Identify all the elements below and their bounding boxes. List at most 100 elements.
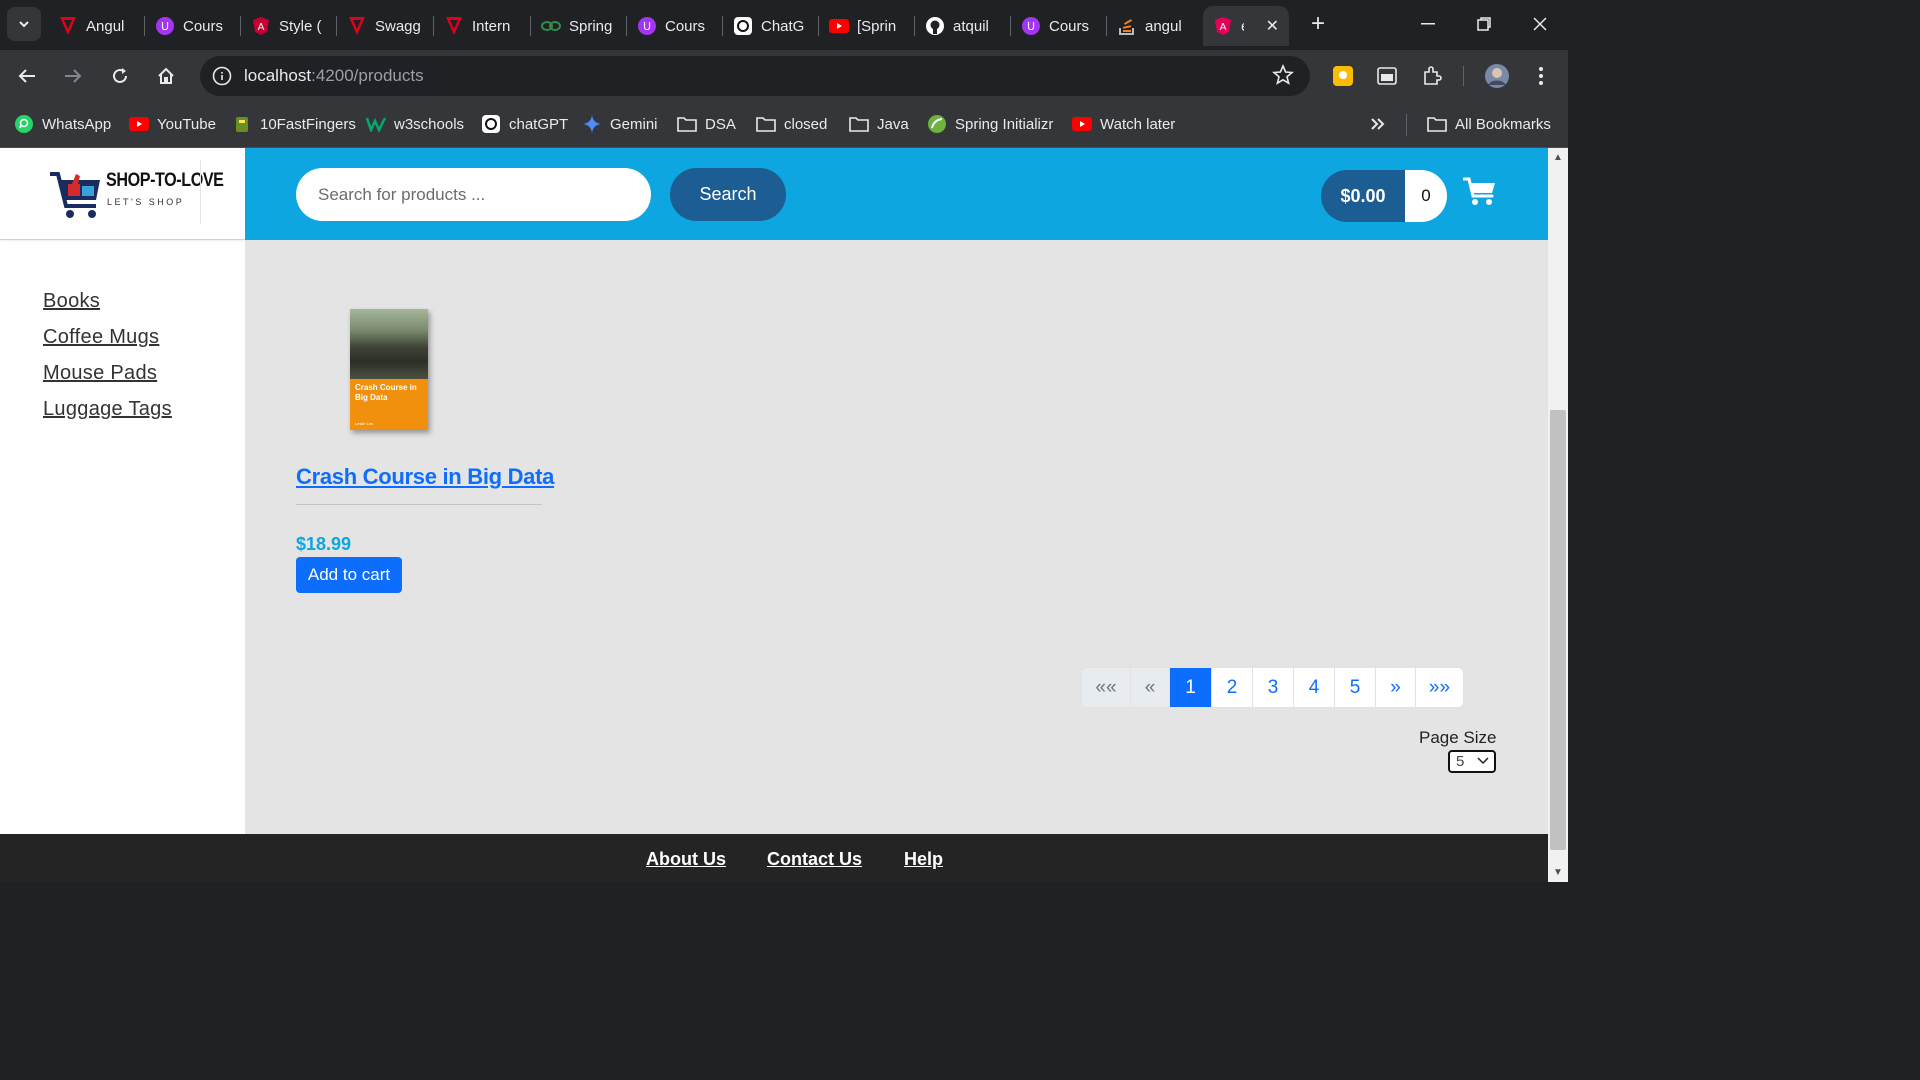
bookmark[interactable]: YouTube bbox=[129, 112, 216, 136]
site-footer: About Us Contact Us Help bbox=[0, 834, 1548, 882]
scroll-up-arrow-icon[interactable]: ▲ bbox=[1553, 152, 1563, 163]
footer-about-link[interactable]: About Us bbox=[646, 849, 726, 870]
site-info-icon[interactable] bbox=[208, 62, 236, 90]
tab-active[interactable]: A e ✕ bbox=[1203, 6, 1289, 46]
bookmark-label: 10FastFingers bbox=[260, 115, 356, 133]
bookmark[interactable]: Gemini bbox=[582, 112, 658, 136]
brand-tagline: LET'S SHOP bbox=[107, 197, 185, 207]
reading-mode-icon[interactable] bbox=[1371, 60, 1403, 92]
category-link-luggage-tags[interactable]: Luggage Tags bbox=[43, 398, 172, 421]
bookmark-folder[interactable]: closed bbox=[756, 112, 827, 136]
category-link-mouse-pads[interactable]: Mouse Pads bbox=[43, 362, 172, 385]
address-bar[interactable]: localhost:4200/products bbox=[200, 56, 1310, 96]
svg-text:U: U bbox=[643, 20, 651, 33]
pagination-page-4[interactable]: 4 bbox=[1293, 668, 1334, 707]
bookmark-label: Spring Initializr bbox=[955, 115, 1054, 133]
scroll-thumb[interactable] bbox=[1550, 410, 1566, 850]
all-bookmarks[interactable]: All Bookmarks bbox=[1427, 112, 1551, 136]
bookmark[interactable]: Spring Initializr bbox=[927, 112, 1053, 136]
extensions-icon[interactable] bbox=[1416, 60, 1448, 92]
pagination-first[interactable]: «« bbox=[1082, 668, 1130, 707]
pagination-prev[interactable]: « bbox=[1130, 668, 1169, 707]
tab[interactable]: [Sprin bbox=[819, 6, 915, 46]
bookmark[interactable]: WhatsApp bbox=[14, 112, 111, 136]
extension-keep-icon[interactable] bbox=[1327, 60, 1359, 92]
page-viewport: SHOP-TO-LOVE LET'S SHOP Books Coffee Mug… bbox=[0, 148, 1548, 882]
bookmark-star-icon[interactable] bbox=[1272, 63, 1294, 91]
pagination-page-3[interactable]: 3 bbox=[1252, 668, 1293, 707]
pagination-page-1[interactable]: 1 bbox=[1169, 668, 1211, 707]
angular-red-icon bbox=[347, 16, 367, 36]
tab[interactable]: Swagg bbox=[337, 6, 434, 46]
spring-icon bbox=[927, 114, 947, 134]
shopping-cart-icon[interactable] bbox=[1463, 176, 1497, 206]
brand-divider bbox=[200, 160, 201, 224]
product-content: Crash Course in Big Data Leslie Lee Cras… bbox=[245, 240, 1548, 834]
search-button[interactable]: Search bbox=[670, 168, 786, 221]
product-divider bbox=[296, 504, 542, 505]
whatsapp-icon bbox=[14, 114, 34, 134]
tab[interactable]: Spring bbox=[531, 6, 627, 46]
geeks-icon bbox=[541, 16, 561, 36]
more-bookmarks-chevron-icon[interactable] bbox=[1370, 112, 1386, 136]
minimize-icon[interactable] bbox=[1408, 8, 1448, 40]
page-scrollbar[interactable]: ▲ ▼ bbox=[1548, 148, 1568, 882]
w3schools-icon bbox=[366, 114, 386, 134]
pagination-page-5[interactable]: 5 bbox=[1334, 668, 1375, 707]
browser-tabstrip: Angul U Cours A Style ( Swagg Intern Spr… bbox=[0, 0, 1568, 50]
footer-help-link[interactable]: Help bbox=[904, 849, 943, 870]
product-title-link[interactable]: Crash Course in Big Data bbox=[296, 464, 554, 490]
reload-icon[interactable] bbox=[104, 60, 136, 92]
youtube-icon bbox=[129, 114, 149, 134]
tab[interactable]: Intern bbox=[434, 6, 531, 46]
tab[interactable]: A Style ( bbox=[241, 6, 337, 46]
bookmark[interactable]: 10FastFingers bbox=[232, 112, 356, 136]
bookmark[interactable]: w3schools bbox=[366, 112, 464, 136]
home-icon[interactable] bbox=[150, 60, 182, 92]
forward-icon[interactable] bbox=[57, 60, 89, 92]
tab[interactable]: U Cours bbox=[145, 6, 241, 46]
pagination-last[interactable]: »» bbox=[1415, 668, 1463, 707]
close-window-icon[interactable] bbox=[1520, 8, 1560, 40]
tab[interactable]: ChatG bbox=[723, 6, 819, 46]
search-input[interactable] bbox=[296, 168, 651, 221]
scroll-down-arrow-icon[interactable]: ▼ bbox=[1553, 867, 1563, 878]
restore-icon[interactable] bbox=[1464, 8, 1504, 40]
brand[interactable]: SHOP-TO-LOVE LET'S SHOP bbox=[0, 148, 245, 240]
bookmark-folder[interactable]: Java bbox=[849, 112, 909, 136]
browser-toolbar: localhost:4200/products bbox=[0, 50, 1568, 102]
bookmark-label: Java bbox=[877, 115, 909, 133]
bookmark-label: DSA bbox=[705, 115, 736, 133]
close-icon[interactable]: ✕ bbox=[1266, 16, 1279, 36]
profile-avatar-icon[interactable] bbox=[1481, 60, 1513, 92]
footer-contact-link[interactable]: Contact Us bbox=[767, 849, 862, 870]
tab[interactable]: U Cours bbox=[627, 6, 723, 46]
angular-red-icon bbox=[58, 16, 78, 36]
svg-text:U: U bbox=[1027, 20, 1035, 33]
add-to-cart-button[interactable]: Add to cart bbox=[296, 557, 402, 593]
tab[interactable]: atquil bbox=[915, 6, 1011, 46]
book-cover-author: Leslie Lee bbox=[355, 421, 374, 426]
udemy-icon: U bbox=[1021, 16, 1041, 36]
pagination-page-2[interactable]: 2 bbox=[1211, 668, 1252, 707]
bookmark[interactable]: chatGPT bbox=[481, 112, 568, 136]
bookmark[interactable]: Watch later bbox=[1072, 112, 1175, 136]
new-tab-button[interactable]: + bbox=[1304, 10, 1332, 38]
menu-kebab-icon[interactable] bbox=[1525, 60, 1557, 92]
tab-search-button[interactable] bbox=[7, 7, 41, 41]
product-price: $18.99 bbox=[296, 534, 352, 554]
tab[interactable]: U Cours bbox=[1011, 6, 1107, 46]
category-link-books[interactable]: Books bbox=[43, 290, 172, 313]
back-icon[interactable] bbox=[11, 60, 43, 92]
category-link-coffee-mugs[interactable]: Coffee Mugs bbox=[43, 326, 172, 349]
cart-quantity[interactable]: 0 bbox=[1405, 170, 1447, 222]
tab[interactable]: angul bbox=[1107, 6, 1203, 46]
pagination-next[interactable]: » bbox=[1375, 668, 1415, 707]
page-size-select[interactable]: 5 bbox=[1448, 750, 1496, 773]
bookmark-folder[interactable]: DSA bbox=[677, 112, 736, 136]
udemy-icon: U bbox=[637, 16, 657, 36]
product-image[interactable]: Crash Course in Big Data Leslie Lee bbox=[350, 309, 428, 430]
cart-total[interactable]: $0.00 bbox=[1321, 170, 1405, 222]
tab[interactable]: Angul bbox=[48, 6, 145, 46]
fastfingers-icon bbox=[232, 114, 252, 134]
